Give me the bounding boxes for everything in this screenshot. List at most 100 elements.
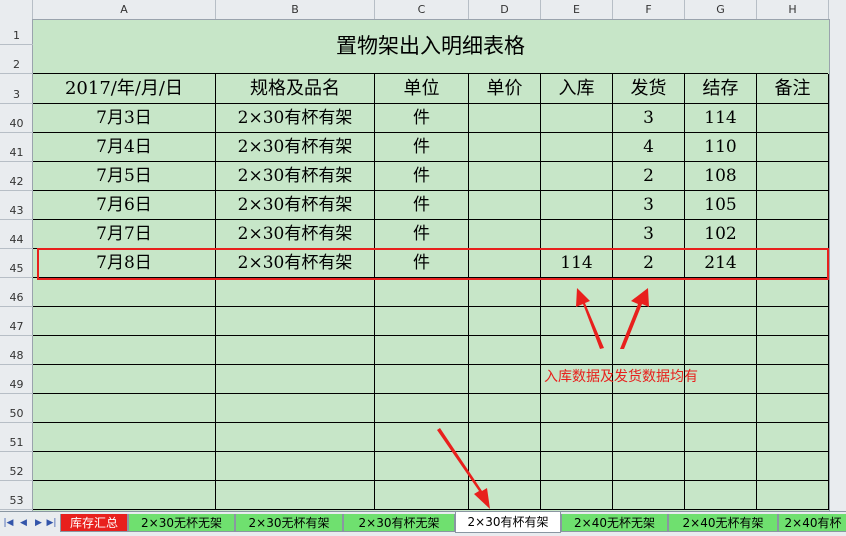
table-cell[interactable] xyxy=(375,336,469,365)
column-header-d[interactable]: D xyxy=(469,0,541,19)
table-cell[interactable] xyxy=(469,423,541,452)
table-cell[interactable] xyxy=(469,336,541,365)
header-cell[interactable]: 结存 xyxy=(685,74,757,104)
table-cell[interactable]: 件 xyxy=(375,133,469,162)
table-cell[interactable] xyxy=(757,104,829,133)
table-cell[interactable] xyxy=(216,336,375,365)
table-cell[interactable]: 7月5日 xyxy=(33,162,216,191)
prev-sheet-icon[interactable]: ◀ xyxy=(18,517,29,529)
table-cell[interactable]: 7月4日 xyxy=(33,133,216,162)
table-cell[interactable] xyxy=(216,307,375,336)
table-cell[interactable] xyxy=(685,481,757,510)
table-cell[interactable] xyxy=(757,423,829,452)
table-cell[interactable] xyxy=(541,481,613,510)
table-cell[interactable]: 7月6日 xyxy=(33,191,216,220)
table-cell[interactable] xyxy=(757,365,829,394)
table-cell[interactable]: 3 xyxy=(613,191,685,220)
table-cell[interactable] xyxy=(757,191,829,220)
table-cell[interactable] xyxy=(469,133,541,162)
table-cell[interactable] xyxy=(375,423,469,452)
table-cell[interactable] xyxy=(33,481,216,510)
table-cell[interactable] xyxy=(541,278,613,307)
sheet-tab[interactable]: 2×30无杯有架 xyxy=(235,514,343,532)
table-cell[interactable]: 2×30有杯有架 xyxy=(216,191,375,220)
table-cell[interactable] xyxy=(757,278,829,307)
row-header[interactable]: 45 xyxy=(0,249,33,278)
table-cell[interactable] xyxy=(469,278,541,307)
column-header-b[interactable]: B xyxy=(216,0,375,19)
sheet-tab[interactable]: 2×30有杯有架 xyxy=(455,512,561,533)
table-cell[interactable] xyxy=(613,423,685,452)
table-cell[interactable] xyxy=(541,423,613,452)
table-cell[interactable]: 110 xyxy=(685,133,757,162)
row-header[interactable]: 44 xyxy=(0,220,33,249)
header-cell[interactable]: 规格及品名 xyxy=(216,74,375,104)
column-header-g[interactable]: G xyxy=(685,0,757,19)
table-cell[interactable] xyxy=(375,365,469,394)
header-cell[interactable]: 单价 xyxy=(469,74,541,104)
sheet-tab[interactable]: 2×30有杯无架 xyxy=(343,514,455,532)
table-cell[interactable]: 件 xyxy=(375,220,469,249)
table-cell[interactable] xyxy=(375,307,469,336)
table-cell[interactable] xyxy=(757,394,829,423)
table-cell[interactable] xyxy=(541,104,613,133)
table-cell[interactable] xyxy=(375,452,469,481)
table-cell[interactable] xyxy=(685,452,757,481)
table-cell[interactable]: 114 xyxy=(685,104,757,133)
header-cell[interactable]: 发货 xyxy=(613,74,685,104)
table-cell[interactable] xyxy=(613,278,685,307)
table-cell[interactable]: 3 xyxy=(613,220,685,249)
header-cell[interactable]: 2017/年/月/日 xyxy=(33,74,216,104)
header-cell[interactable]: 备注 xyxy=(757,74,829,104)
header-cell[interactable]: 入库 xyxy=(541,74,613,104)
table-cell[interactable] xyxy=(757,336,829,365)
table-cell[interactable] xyxy=(757,220,829,249)
sheet-tab[interactable]: 2×40有杯 xyxy=(778,514,846,532)
table-cell[interactable] xyxy=(375,481,469,510)
table-cell[interactable] xyxy=(757,481,829,510)
select-all-corner[interactable] xyxy=(0,0,33,19)
table-cell[interactable] xyxy=(469,104,541,133)
table-cell[interactable]: 2 xyxy=(613,162,685,191)
table-cell[interactable] xyxy=(685,336,757,365)
sheet-tab[interactable]: 库存汇总 xyxy=(60,514,128,532)
table-cell[interactable] xyxy=(613,394,685,423)
table-cell[interactable] xyxy=(541,191,613,220)
row-header[interactable]: 3 xyxy=(0,74,33,104)
sheet-tab[interactable]: 2×40无杯有架 xyxy=(668,514,778,532)
row-header[interactable]: 1 xyxy=(0,19,33,45)
table-cell[interactable] xyxy=(216,481,375,510)
table-cell[interactable] xyxy=(613,307,685,336)
table-cell[interactable] xyxy=(757,162,829,191)
table-cell[interactable] xyxy=(469,307,541,336)
table-cell[interactable] xyxy=(469,394,541,423)
table-cell[interactable]: 2×30有杯有架 xyxy=(216,133,375,162)
row-header[interactable]: 47 xyxy=(0,307,33,336)
row-header[interactable]: 42 xyxy=(0,162,33,191)
table-cell[interactable]: 3 xyxy=(613,104,685,133)
table-cell[interactable] xyxy=(216,394,375,423)
table-cell[interactable] xyxy=(375,278,469,307)
table-cell[interactable]: 7月7日 xyxy=(33,220,216,249)
table-cell[interactable] xyxy=(33,278,216,307)
row-header[interactable]: 41 xyxy=(0,133,33,162)
table-cell[interactable]: 件 xyxy=(375,104,469,133)
table-cell[interactable] xyxy=(541,220,613,249)
table-cell[interactable] xyxy=(685,394,757,423)
table-cell[interactable] xyxy=(541,162,613,191)
table-cell[interactable] xyxy=(613,452,685,481)
table-cell[interactable] xyxy=(685,307,757,336)
table-cell[interactable] xyxy=(469,365,541,394)
table-cell[interactable]: 件 xyxy=(375,191,469,220)
table-cell[interactable]: 4 xyxy=(613,133,685,162)
table-cell[interactable] xyxy=(685,423,757,452)
column-header-e[interactable]: E xyxy=(541,0,613,19)
first-sheet-icon[interactable]: |◀ xyxy=(3,517,14,529)
table-cell[interactable]: 件 xyxy=(375,162,469,191)
table-cell[interactable]: 105 xyxy=(685,191,757,220)
table-cell[interactable] xyxy=(685,278,757,307)
table-cell[interactable]: 102 xyxy=(685,220,757,249)
column-header-f[interactable]: F xyxy=(613,0,685,19)
table-cell[interactable] xyxy=(216,278,375,307)
table-cell[interactable]: 7月3日 xyxy=(33,104,216,133)
